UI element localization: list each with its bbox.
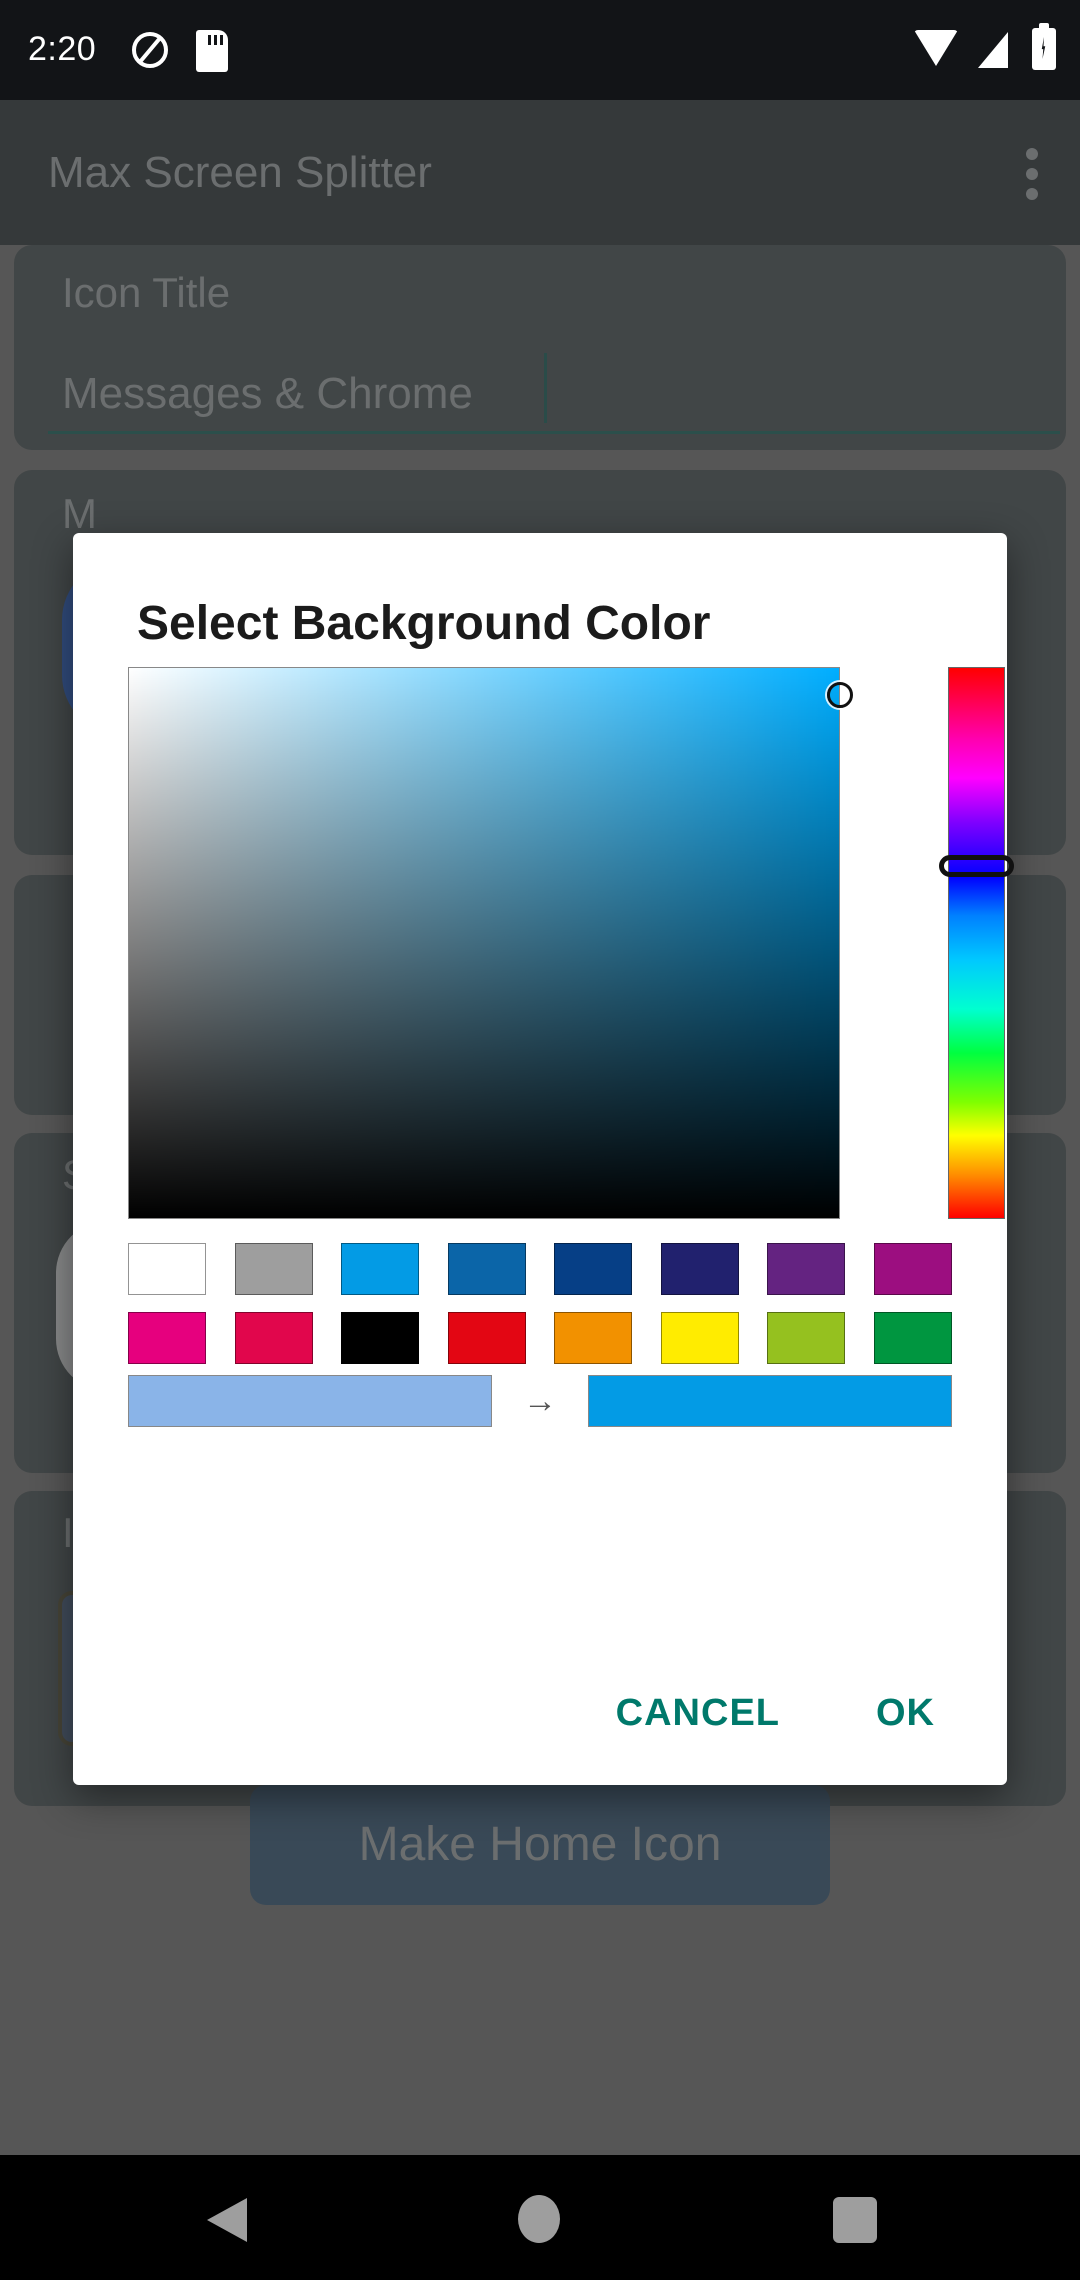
swatch-navy[interactable] [661,1243,739,1295]
color-swatch-grid [128,1243,952,1381]
status-bar: 2:20 [0,0,1080,100]
dialog-title: Select Background Color [137,593,710,655]
recents-icon[interactable] [833,2197,877,2243]
home-icon[interactable] [518,2195,560,2243]
swatch-white[interactable] [128,1243,206,1295]
swatch-gray[interactable] [235,1243,313,1295]
swatch-green[interactable] [874,1312,952,1364]
swatch-crimson[interactable] [235,1312,313,1364]
swatch-orange[interactable] [554,1312,632,1364]
swatch-pink[interactable] [128,1312,206,1364]
swatch-yellow-green[interactable] [767,1312,845,1364]
swatch-purple[interactable] [767,1243,845,1295]
swatch-light-blue[interactable] [341,1243,419,1295]
arrow-right-icon: → [492,1375,588,1427]
cancel-button[interactable]: CANCEL [584,1676,812,1751]
swatch-row [128,1312,952,1364]
old-color-preview [128,1375,492,1427]
signal-icon [978,32,1008,68]
status-clock: 2:20 [28,26,96,72]
swatch-black[interactable] [341,1312,419,1364]
saturation-value-cursor[interactable] [827,682,853,708]
circle-slash-icon [132,32,168,68]
color-preview-row: → [128,1375,952,1427]
ok-button[interactable]: OK [844,1676,967,1751]
hue-slider[interactable] [948,667,1005,1219]
swatch-blue[interactable] [448,1243,526,1295]
back-icon[interactable] [207,2198,247,2242]
navigation-bar [0,2155,1080,2280]
dialog-actions: CANCEL OK [584,1676,967,1751]
sd-card-icon [196,30,228,72]
wifi-icon [914,30,958,66]
swatch-magenta-purple[interactable] [874,1243,952,1295]
swatch-red[interactable] [448,1312,526,1364]
swatch-row [128,1243,952,1295]
phone-screen: Max Screen Splitter Icon Title Messages … [0,0,1080,2280]
hue-slider-thumb[interactable] [939,855,1014,877]
saturation-value-panel[interactable] [128,667,840,1219]
battery-charging-icon [1032,28,1056,70]
swatch-dark-blue[interactable] [554,1243,632,1295]
new-color-preview [588,1375,952,1427]
swatch-yellow[interactable] [661,1312,739,1364]
color-picker-dialog: Select Background Color → CANCEL OK [73,533,1007,1785]
